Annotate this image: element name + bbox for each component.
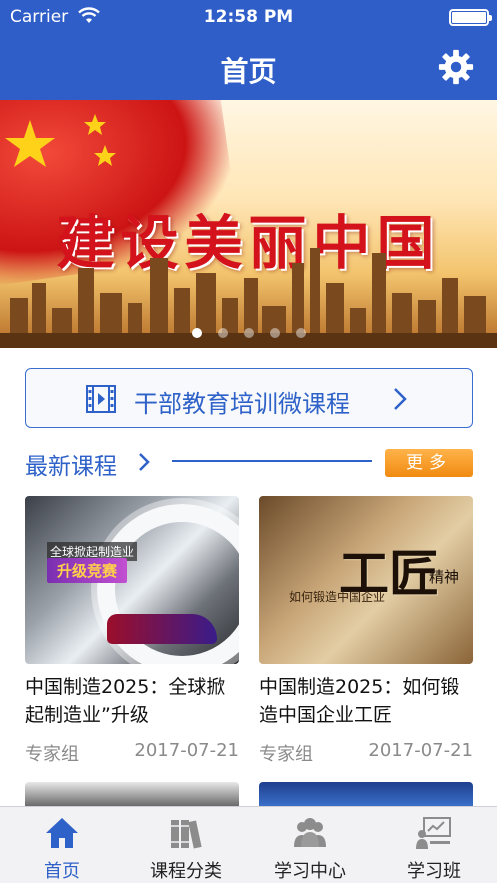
page-dot[interactable] (217, 328, 228, 338)
course-title[interactable]: 中国制造2025：全球掀起制造业”升级 (25, 673, 239, 729)
clock: 12:58 PM (203, 7, 294, 27)
course-date: 2017-07-21 (134, 740, 239, 761)
course-author: 专家组 (25, 744, 79, 765)
course-date: 2017-07-21 (368, 740, 473, 761)
people-icon (294, 818, 326, 847)
page-dot[interactable] (269, 328, 280, 338)
chevron-right-icon (394, 388, 407, 410)
course-card[interactable]: 全球掀起制造业 升级竞赛 中国制造2025：全球掀起制造业”升级 专家组 201… (25, 496, 239, 765)
thumbnail-tag: 升级竞赛 (47, 558, 128, 583)
tab-study-class[interactable]: 学习班 (372, 807, 496, 883)
tab-label: 首页 (44, 861, 80, 882)
gear-icon[interactable] (437, 48, 475, 86)
course-title[interactable]: 中国制造2025：如何锻造中国企业工匠 (259, 673, 473, 729)
latest-courses-header: 最新课程 更多 (25, 445, 473, 481)
section-title[interactable]: 最新课程 (25, 447, 117, 481)
page-dot[interactable] (295, 328, 306, 338)
battery-icon (449, 9, 492, 26)
books-icon (171, 820, 202, 849)
carousel-page-indicator[interactable] (0, 328, 497, 338)
more-button[interactable]: 更多 (385, 449, 473, 477)
status-bar: Carrier 12:58 PM (0, 0, 497, 34)
tab-label: 课程分类 (150, 861, 222, 882)
thumbnail-tag: 精神 (429, 568, 460, 586)
star-icon (5, 114, 116, 167)
chevron-right-icon[interactable] (137, 451, 151, 473)
course-thumbnail[interactable]: 全球掀起制造业 升级竞赛 (25, 496, 239, 664)
film-icon (86, 385, 116, 413)
navigation-bar: 首页 (0, 34, 497, 100)
tab-course-categories[interactable]: 课程分类 (124, 807, 248, 883)
page-title: 首页 (220, 55, 277, 88)
tab-learning-center[interactable]: 学习中心 (248, 807, 372, 883)
thumbnail-subtitle: 如何锻造中国企业 (289, 590, 386, 604)
course-thumbnail[interactable] (25, 782, 239, 806)
tab-home[interactable]: 首页 (0, 807, 124, 883)
course-author: 专家组 (259, 744, 313, 765)
course-card[interactable]: 工匠 精神 如何锻造中国企业 中国制造2025：如何锻造中国企业工匠 专家组 2… (259, 496, 473, 765)
tab-label: 学习中心 (274, 861, 346, 882)
classroom-icon (416, 817, 451, 849)
page-dot[interactable] (191, 328, 202, 338)
banner-carousel[interactable]: 建设美丽中国 (0, 100, 497, 348)
home-icon (46, 818, 78, 848)
micro-course-label: 干部教育培训微课程 (134, 390, 350, 418)
course-thumbnail[interactable]: 工匠 精神 如何锻造中国企业 (259, 496, 473, 664)
tab-bar: 首页 课程分类 学习中心 学习班 (0, 806, 497, 883)
race-car-graphic (107, 614, 217, 644)
micro-course-entry-button[interactable]: 干部教育培训微课程 (25, 368, 473, 428)
page-dot[interactable] (243, 328, 254, 338)
course-thumbnail[interactable] (259, 782, 473, 806)
tab-label: 学习班 (407, 861, 461, 882)
divider (172, 460, 372, 462)
